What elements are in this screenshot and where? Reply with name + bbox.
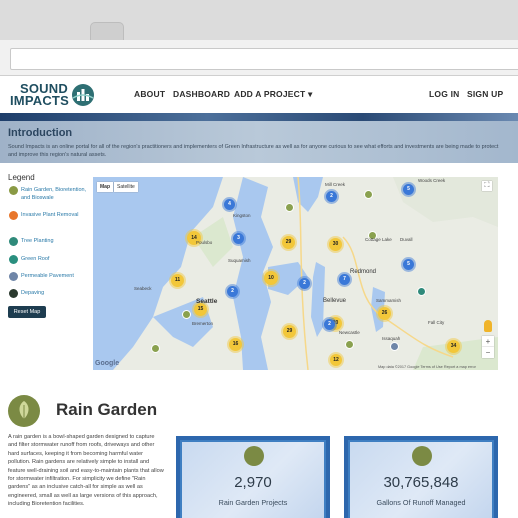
map-cluster[interactable]: 29 xyxy=(282,236,295,249)
map-label-newcastle: Newcastle xyxy=(339,330,360,335)
nav-signup[interactable]: SIGN UP xyxy=(467,89,503,99)
pegman-icon[interactable] xyxy=(484,320,492,332)
map-label-cottage-lake: Cottage Lake xyxy=(365,237,392,242)
tree-icon xyxy=(9,237,18,246)
map-cluster[interactable]: 2 xyxy=(227,286,238,297)
map-cluster[interactable]: 5 xyxy=(403,184,414,195)
map-label-kingston: Kingston xyxy=(233,213,251,218)
map-cluster[interactable]: 10 xyxy=(264,271,278,285)
map-cluster[interactable]: 5 xyxy=(403,259,414,270)
map-label-issaquah: Issaquah xyxy=(382,336,401,341)
map-type-satellite-tab[interactable]: Satellite xyxy=(114,182,138,192)
stat-number: 30,765,848 xyxy=(383,474,459,491)
leaf-badge-icon xyxy=(412,446,432,466)
rain-garden-icon xyxy=(9,186,18,195)
green-roof-icon xyxy=(9,255,18,264)
leaf-icon xyxy=(19,401,29,421)
logo-mark-icon xyxy=(72,84,94,106)
browser-new-tab[interactable] xyxy=(90,22,124,40)
stat-number: 2,970 xyxy=(234,474,272,491)
map-label-seabeck: Seabeck xyxy=(134,286,152,291)
pavement-icon xyxy=(9,272,18,281)
zoom-out-button[interactable]: − xyxy=(482,347,494,358)
map-cluster[interactable]: 4 xyxy=(224,199,235,210)
nav-login[interactable]: LOG IN xyxy=(429,89,459,99)
map-cluster[interactable]: 26 xyxy=(378,307,391,320)
map-cluster[interactable]: 12 xyxy=(330,354,342,366)
map-label-seattle: Seattle xyxy=(196,298,218,305)
stat-card-gallons: 30,765,848 Gallons Of Runoff Managed xyxy=(344,436,498,518)
legend-label: Rain Garden, Bioretention, and Bioswale xyxy=(21,187,87,201)
legend-label: Invasive Plant Removal xyxy=(21,212,79,218)
site-logo[interactable]: SOUND IMPACTS xyxy=(8,80,100,110)
tree-marker-icon[interactable] xyxy=(417,287,426,296)
reset-map-button[interactable]: Reset Map xyxy=(8,306,46,318)
google-logo: Google xyxy=(95,360,120,367)
map-label-fall-city: Fall City xyxy=(428,320,445,325)
rain-garden-marker-icon[interactable] xyxy=(364,190,373,199)
address-bar[interactable] xyxy=(10,48,518,70)
zoom-in-button[interactable]: + xyxy=(482,336,494,347)
depaving-icon xyxy=(9,289,18,298)
legend-label: Tree Planting xyxy=(21,238,54,244)
nav-about[interactable]: ABOUT xyxy=(134,89,165,99)
header-band xyxy=(0,113,518,121)
legend-label: Depaving xyxy=(21,290,45,296)
rain-garden-marker-icon[interactable] xyxy=(151,344,160,353)
map-cluster[interactable]: 16 xyxy=(229,338,242,351)
leaf-badge-icon xyxy=(244,446,264,466)
map-label-poulsbo: Poulsbo xyxy=(196,240,213,245)
fullscreen-icon[interactable]: ⛶ xyxy=(482,181,492,191)
map-label-mill-creek: Mill Creek xyxy=(325,182,346,187)
map-cluster[interactable]: 2 xyxy=(326,191,337,202)
rain-garden-marker-icon[interactable] xyxy=(345,340,354,349)
nav-dashboard[interactable]: DASHBOARD xyxy=(173,89,230,99)
logo-line-2: IMPACTS xyxy=(10,93,69,108)
section-title: Rain Garden xyxy=(56,400,158,419)
map-label-redmond: Redmond xyxy=(350,269,377,275)
stat-label: Gallons Of Runoff Managed xyxy=(376,498,466,507)
map-attribution[interactable]: Map data ©2017 Google Terms of Use Repor… xyxy=(378,365,476,369)
map-label-bremerton: Bremerton xyxy=(192,321,214,326)
legend-title: Legend xyxy=(8,173,35,182)
intro-title: Introduction xyxy=(8,127,73,139)
map-label-suquamish: Suquamish xyxy=(228,258,251,263)
pavement-marker-icon[interactable] xyxy=(390,342,399,351)
section-description: A rain garden is a bowl-shaped garden de… xyxy=(8,434,164,508)
project-map[interactable]: 14 29 30 11 10 15 29 16 20 26 34 12 5 4 … xyxy=(93,177,498,370)
map-cluster[interactable]: 11 xyxy=(171,274,184,287)
map-label-woods-creek: Woods Creek xyxy=(418,178,446,183)
rain-garden-logo xyxy=(8,395,40,427)
map-type-map-tab[interactable]: Map xyxy=(97,182,113,192)
map-cluster[interactable]: 30 xyxy=(329,238,342,251)
stat-label: Rain Garden Projects xyxy=(218,498,288,507)
map-label-duvall: Duvall xyxy=(400,237,413,242)
stat-card-projects: 2,970 Rain Garden Projects xyxy=(176,436,330,518)
invasive-plant-icon xyxy=(9,211,18,220)
map-cluster[interactable]: 29 xyxy=(283,325,296,338)
legend-label: Permeable Pavement xyxy=(21,273,74,279)
map-label-bellevue: Bellevue xyxy=(323,298,347,304)
map-cluster[interactable]: 2 xyxy=(324,319,335,330)
map-water-land xyxy=(93,177,498,370)
map-cluster[interactable]: 3 xyxy=(233,233,244,244)
map-cluster[interactable]: 7 xyxy=(339,274,350,285)
map-label-sammamish: Sammamish xyxy=(376,298,402,303)
intro-text: Sound Impacts is an online portal for al… xyxy=(8,144,499,158)
legend-label: Green Roof xyxy=(21,256,50,262)
rain-garden-marker-icon[interactable] xyxy=(182,310,191,319)
nav-add-project[interactable]: ADD A PROJECT ▾ xyxy=(234,89,312,100)
map-cluster[interactable]: 2 xyxy=(299,278,310,289)
map-cluster[interactable]: 34 xyxy=(447,340,460,353)
rain-garden-marker-icon[interactable] xyxy=(285,203,294,212)
